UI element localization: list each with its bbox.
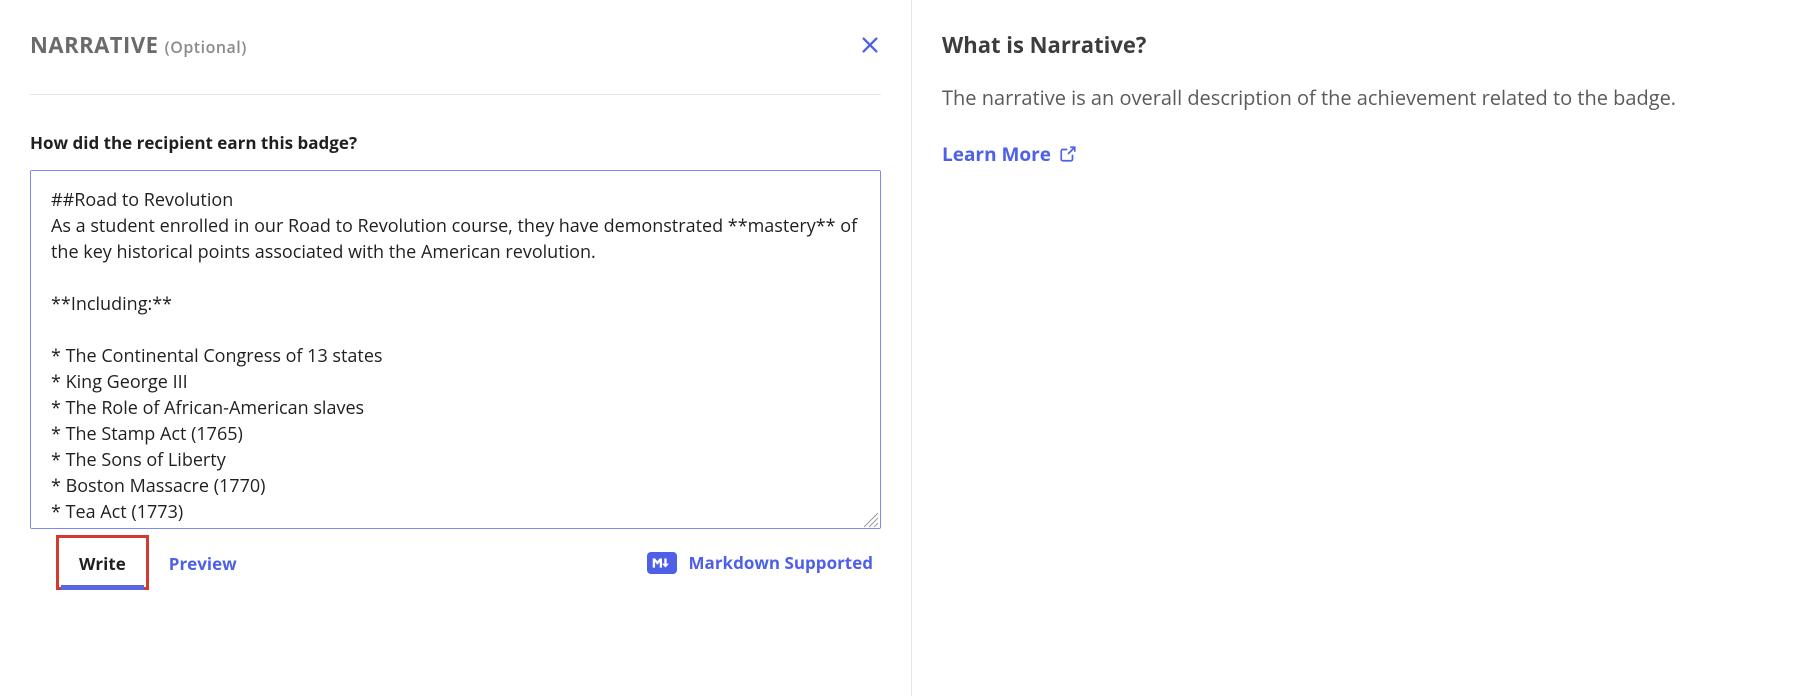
section-header: NARRATIVE (Optional) bbox=[30, 30, 881, 95]
help-panel: What is Narrative? The narrative is an o… bbox=[912, 0, 1798, 696]
help-body: The narrative is an overall description … bbox=[942, 82, 1758, 113]
field-label: How did the recipient earn this badge? bbox=[30, 131, 881, 154]
close-icon[interactable] bbox=[859, 34, 881, 56]
narrative-textarea-wrap bbox=[30, 170, 881, 529]
narrative-textarea[interactable] bbox=[31, 171, 880, 528]
learn-more-link[interactable]: Learn More bbox=[942, 141, 1077, 167]
markdown-icon bbox=[647, 552, 677, 574]
help-title: What is Narrative? bbox=[942, 30, 1758, 60]
markdown-supported-link[interactable]: Markdown Supported bbox=[647, 551, 881, 574]
editor-tabs: Write Preview Markdown Supported bbox=[30, 535, 881, 590]
markdown-supported-label: Markdown Supported bbox=[689, 551, 873, 574]
narrative-section: NARRATIVE (Optional) How did the recipie… bbox=[0, 0, 912, 696]
learn-more-label: Learn More bbox=[942, 141, 1051, 167]
section-title-optional: (Optional) bbox=[165, 36, 247, 58]
tab-preview[interactable]: Preview bbox=[149, 538, 257, 587]
section-title-main: NARRATIVE bbox=[30, 30, 158, 60]
tab-write[interactable]: Write bbox=[56, 535, 149, 590]
section-title: NARRATIVE (Optional) bbox=[30, 30, 247, 60]
external-link-icon bbox=[1059, 145, 1077, 163]
